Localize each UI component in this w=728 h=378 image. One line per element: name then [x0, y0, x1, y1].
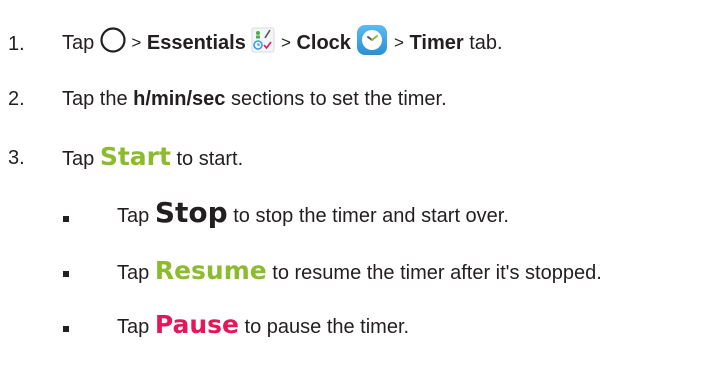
step-text: Tap the	[62, 88, 128, 110]
bullet-text: Tap	[117, 262, 150, 284]
step-text: to start.	[176, 148, 244, 170]
step-text: Tap	[62, 31, 95, 54]
hms-label: h/min/sec	[133, 88, 226, 110]
bullet-marker	[63, 216, 69, 222]
bullet-marker	[63, 271, 69, 277]
clock-icon	[356, 24, 388, 56]
step-number: 2.	[8, 88, 25, 110]
step-2: 2. Tap the h/min/sec sections to set the…	[0, 85, 728, 115]
bullet-text: Tap	[117, 205, 150, 227]
pause-keyword: Pause	[154, 310, 239, 339]
clock-label: Clock	[296, 31, 351, 54]
bullet-text: to pause the timer.	[244, 316, 410, 338]
bullet-pause: Tap Pause to pause the timer.	[0, 308, 728, 344]
separator: >	[131, 33, 142, 52]
step-1: 1. Tap > Essentials > Clock > Timer tab.	[0, 24, 728, 60]
bullet-text: to resume the timer after it's stopped.	[272, 262, 602, 284]
step-text: Tap	[62, 148, 95, 170]
essentials-label: Essentials	[146, 31, 246, 54]
bullet-stop: Tap Stop to stop the timer and start ove…	[0, 194, 728, 234]
bullet-text: to stop the timer and start over.	[233, 205, 509, 227]
timer-label: Timer	[409, 31, 464, 54]
resume-keyword: Resume	[154, 256, 267, 285]
essentials-icon	[251, 27, 275, 53]
bullet-text: Tap	[117, 316, 150, 338]
start-keyword: Start	[99, 142, 171, 171]
separator: >	[280, 33, 291, 52]
step-3: 3. Tap Start to start.	[0, 140, 728, 174]
bullet-marker	[63, 326, 69, 332]
step-number: 3.	[8, 147, 25, 169]
separator: >	[394, 33, 404, 52]
bullet-resume: Tap Resume to resume the timer after it'…	[0, 254, 728, 290]
step-text: tab.	[469, 31, 503, 54]
stop-keyword: Stop	[154, 196, 228, 229]
step-text: sections to set the timer.	[231, 88, 447, 110]
step-number: 1.	[8, 33, 25, 55]
home-circle-icon	[100, 27, 126, 53]
